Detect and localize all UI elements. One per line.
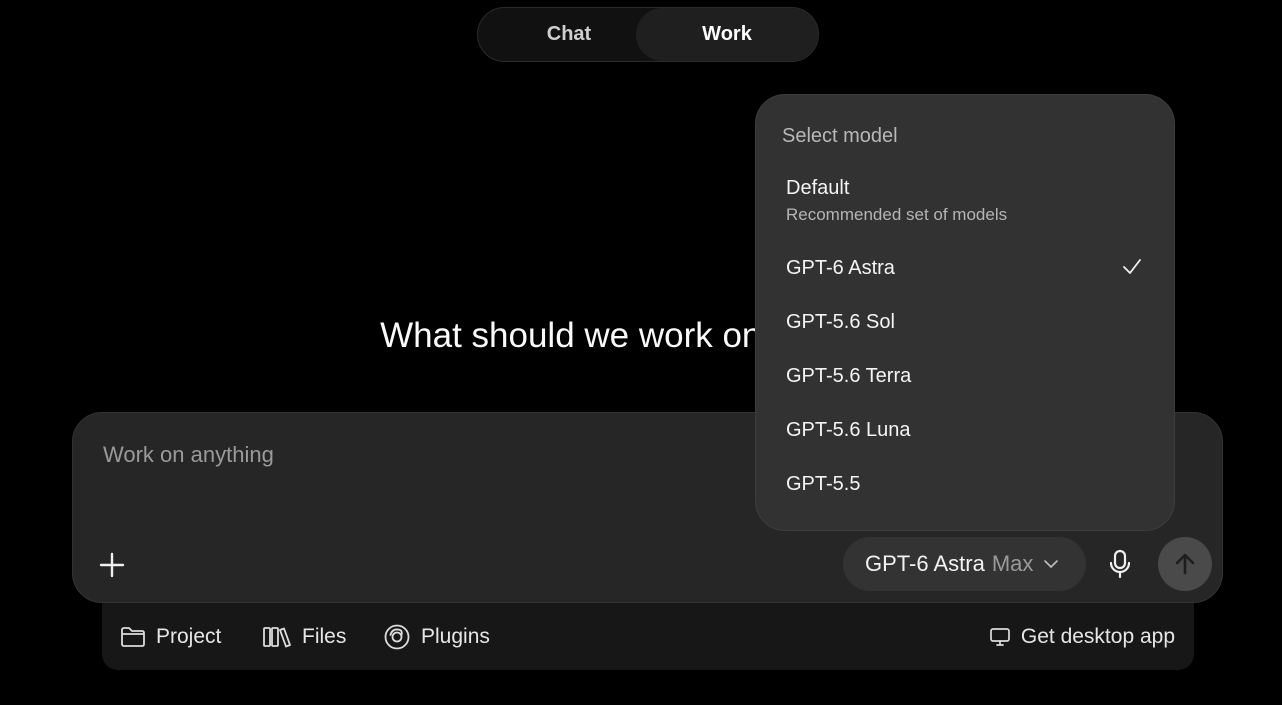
arrow-up-icon: [1175, 553, 1195, 575]
model-option-label: GPT-5.6 Terra: [786, 365, 912, 387]
model-option-description: Recommended set of models: [786, 205, 1008, 224]
monitor-icon: [990, 628, 1010, 646]
chevron-down-icon: [1043, 559, 1059, 569]
tab-chat[interactable]: Chat: [478, 8, 660, 61]
model-option-gpt-5-5[interactable]: GPT-5.5: [770, 473, 1160, 496]
model-option-label: GPT-6 Astra: [786, 257, 895, 279]
plugins-button[interactable]: Plugins: [383, 623, 490, 651]
send-button[interactable]: [1158, 537, 1212, 591]
tab-work[interactable]: Work: [636, 8, 818, 61]
plugins-label: Plugins: [421, 625, 490, 648]
model-option-gpt-5-6-sol[interactable]: GPT-5.6 Sol: [770, 311, 1160, 334]
model-option-label: GPT-5.6 Luna: [786, 419, 911, 441]
project-label: Project: [156, 625, 222, 648]
files-button[interactable]: Files: [262, 623, 346, 651]
project-button[interactable]: Project: [120, 623, 221, 651]
model-picker-name: GPT-6 Astra: [865, 551, 985, 576]
composer-footer-bar: Project Files Plugins Get desktop app: [102, 603, 1194, 670]
files-label: Files: [302, 625, 347, 648]
microphone-button[interactable]: [1103, 546, 1137, 582]
library-icon: [263, 627, 291, 648]
model-option-label: GPT-5.5: [786, 473, 861, 495]
plugins-icon: [384, 624, 410, 650]
prompt-input[interactable]: [101, 441, 805, 469]
add-attachment-button[interactable]: [95, 548, 129, 582]
model-option-gpt-5-6-terra[interactable]: GPT-5.6 Terra: [770, 365, 1160, 388]
menu-title: Select model: [782, 125, 898, 147]
model-picker-effort: Max: [991, 551, 1034, 576]
page-heading-text: What should we work on?: [380, 316, 781, 355]
get-desktop-app-button[interactable]: Get desktop app: [989, 623, 1175, 651]
microphone-icon: [1109, 549, 1131, 579]
checkmark-icon: [1122, 257, 1142, 282]
model-option-default[interactable]: Default Recommended set of models: [770, 177, 1160, 225]
plus-icon: [99, 552, 125, 578]
model-option-gpt-5-6-luna[interactable]: GPT-5.6 Luna: [770, 419, 1160, 442]
model-picker-button[interactable]: GPT-6 Astra Max: [843, 537, 1086, 591]
mode-toggle: Chat Work: [477, 7, 819, 62]
model-option-label: GPT-5.6 Sol: [786, 311, 895, 333]
folder-icon: [121, 627, 145, 647]
model-option-label: Default: [786, 177, 850, 199]
desktop-label: Get desktop app: [1020, 625, 1175, 648]
model-option-gpt-6-astra[interactable]: GPT-6 Astra: [770, 257, 1160, 280]
model-select-menu: Select model Default Recommended set of …: [755, 94, 1175, 531]
